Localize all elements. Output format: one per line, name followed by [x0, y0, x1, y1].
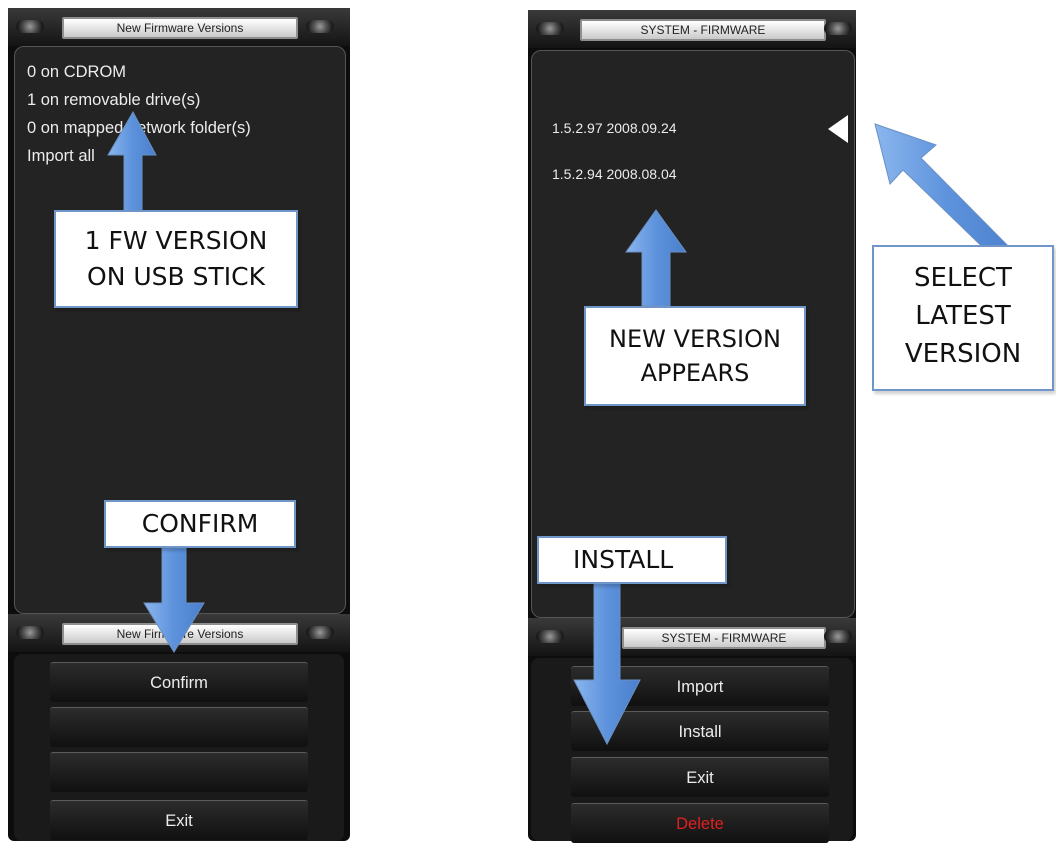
arrow-up-icon [625, 209, 687, 307]
callout-select-latest: SELECT LATEST VERSION [872, 245, 1054, 391]
callout-select-latest-line-2: LATEST [915, 301, 1011, 331]
callout-install-text: INSTALL [573, 545, 674, 574]
arrow-down-icon [573, 575, 641, 746]
callout-new-version-line-2: APPEARS [640, 359, 750, 387]
callout-select-latest-line-1: SELECT [914, 263, 1012, 293]
arrow-diagonal-icon [874, 123, 1024, 263]
arrow-up-icon [107, 110, 157, 213]
callout-usb-line-1: 1 FW VERSION [84, 226, 268, 255]
callout-usb: 1 FW VERSION ON USB STICK [54, 210, 298, 308]
callout-usb-line-2: ON USB STICK [87, 262, 265, 291]
callout-select-latest-line-3: VERSION [904, 339, 1022, 369]
callout-install: INSTALL [537, 536, 727, 584]
annotation-arrows [107, 110, 1024, 746]
callout-new-version-line-1: NEW VERSION [609, 325, 781, 353]
callout-confirm: CONFIRM [104, 500, 296, 548]
arrow-down-icon [143, 547, 205, 653]
callout-new-version: NEW VERSION APPEARS [584, 306, 806, 406]
callout-confirm-text: CONFIRM [141, 509, 259, 538]
